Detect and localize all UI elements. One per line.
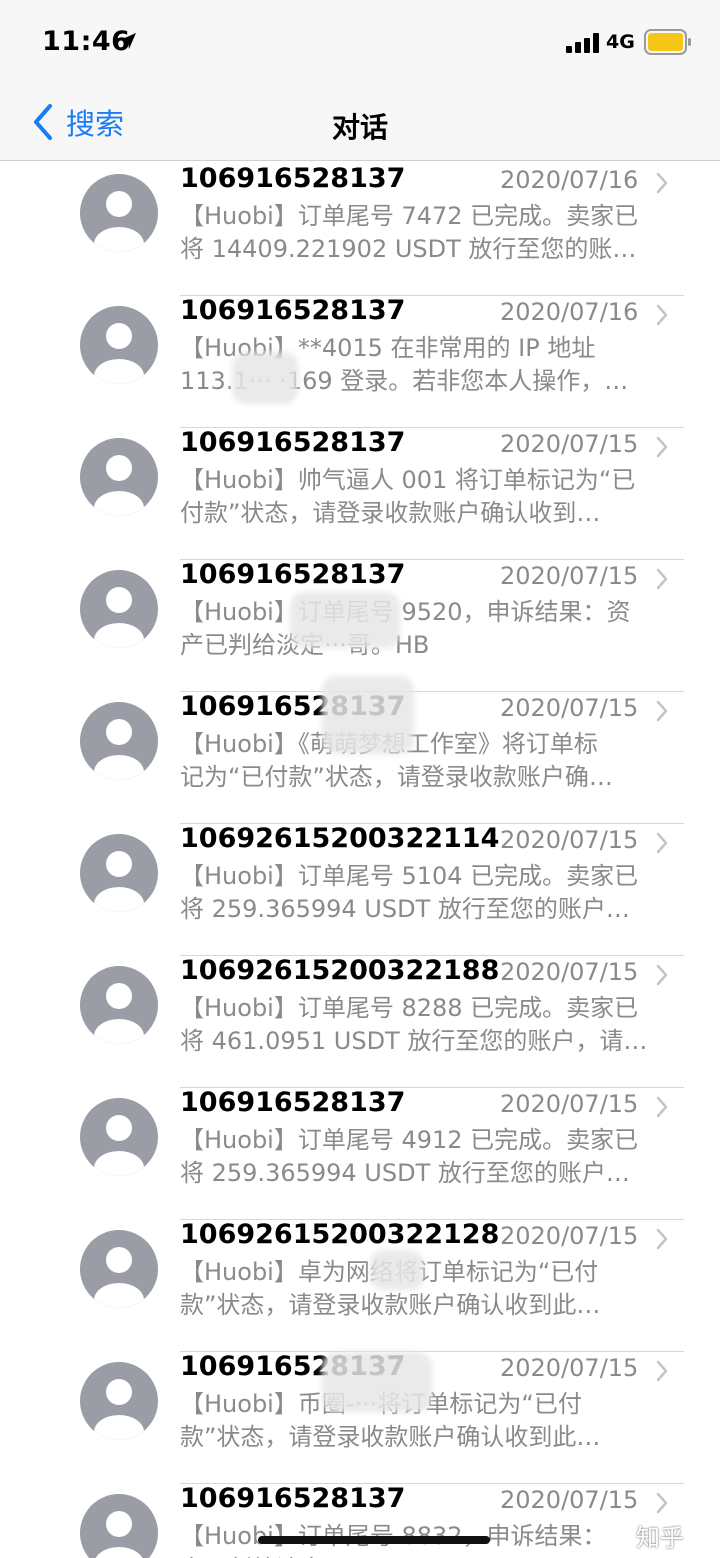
chevron-right-icon bbox=[656, 172, 668, 194]
message-preview-line-2: 将 259.365994 USDT 放行至您的账户… bbox=[180, 1159, 630, 1187]
message-preview-line-1: 【Huobi】帅气逼人 001 将订单标记为“已 bbox=[180, 466, 636, 494]
message-date: 2020/07/16 bbox=[500, 298, 639, 326]
page-title: 对话 bbox=[331, 111, 388, 144]
message-date: 2020/07/15 bbox=[500, 430, 639, 458]
message-preview-line-2: 将 461.0951 USDT 放行至您的账户，请… bbox=[180, 1027, 648, 1055]
sender-number: 106916528137 bbox=[180, 295, 406, 326]
network-type: 4G bbox=[606, 31, 635, 53]
chevron-right-icon bbox=[656, 832, 668, 854]
contact-avatar-icon bbox=[80, 1362, 158, 1440]
chevron-right-icon bbox=[656, 1360, 668, 1382]
contact-avatar-icon bbox=[80, 966, 158, 1044]
chevron-right-icon bbox=[656, 1228, 668, 1250]
sender-number: 106916528137 bbox=[180, 1483, 406, 1514]
sender-number: 106916528137 bbox=[180, 559, 406, 590]
contact-avatar-icon bbox=[80, 570, 158, 648]
contact-avatar-icon bbox=[80, 306, 158, 384]
chevron-right-icon bbox=[656, 568, 668, 590]
conversation-row[interactable]: 106916528137 2020/07/15 【Huobi】订单尾号 8832… bbox=[0, 1483, 720, 1558]
message-preview: 【Huobi】订单尾号 9520，申诉结果：资 产已判给淡定···哥。HB bbox=[180, 596, 668, 662]
conversation-row[interactable]: 106916528137 2020/07/15 【Huobi】订单尾号 4912… bbox=[0, 1087, 720, 1220]
sender-number: 10692615200322188 bbox=[180, 955, 500, 986]
message-preview: 【Huobi】订单尾号 7472 已完成。卖家已 将 14409.221902 … bbox=[180, 200, 668, 266]
contact-avatar-icon bbox=[80, 1230, 158, 1308]
contact-avatar-icon bbox=[80, 834, 158, 912]
sender-number: 106916528137 bbox=[180, 1087, 406, 1118]
sender-number: 10692615200322128 bbox=[180, 1219, 500, 1250]
message-preview-line-1: 【Huobi】卓为网络将订单标记为“已付 bbox=[180, 1256, 668, 1289]
conversation-row[interactable]: 106916528137 2020/07/16 【Huobi】**4015 在非… bbox=[0, 295, 720, 428]
message-preview: 【Huobi】卓为网络将订单标记为“已付 款”状态，请登录收款账户确认收到此… bbox=[180, 1256, 668, 1322]
message-preview-line-1: 【Huobi】订单尾号 8288 已完成。卖家已 bbox=[180, 994, 639, 1022]
message-preview: 【Huobi】《萌萌梦想工作室》将订单标 记为“已付款”状态，请登录收款账户确… bbox=[180, 728, 668, 794]
sender-number: 10692615200322114 bbox=[180, 823, 500, 854]
sender-number: 106916528137 bbox=[180, 163, 406, 194]
message-preview-line-2: 付款”状态，请登录收款账户确认收到… bbox=[180, 499, 601, 527]
message-preview: 【Huobi】订单尾号 8288 已完成。卖家已 将 461.0951 USDT… bbox=[180, 992, 668, 1058]
message-preview: 【Huobi】帅气逼人 001 将订单标记为“已 付款”状态，请登录收款账户确认… bbox=[180, 464, 668, 530]
contact-avatar-icon bbox=[80, 438, 158, 516]
message-preview: 【Huobi】订单尾号 4912 已完成。卖家已 将 259.365994 US… bbox=[180, 1124, 668, 1190]
chevron-right-icon bbox=[656, 1492, 668, 1514]
message-preview-line-2: 记为“已付款”状态，请登录收款账户确… bbox=[180, 763, 613, 791]
contact-avatar-icon bbox=[80, 1494, 158, 1558]
message-preview-line-1: 【Huobi】订单尾号 5104 已完成。卖家已 bbox=[180, 862, 639, 890]
conversation-list[interactable]: 106916528137 2020/07/16 【Huobi】订单尾号 7472… bbox=[0, 160, 720, 1558]
conversation-row[interactable]: 10692615200322188 2020/07/15 【Huobi】订单尾号… bbox=[0, 955, 720, 1088]
conversation-row[interactable]: 10692615200322128 2020/07/15 【Huobi】卓为网络… bbox=[0, 1219, 720, 1352]
message-preview-line-2: 款”状态，请登录收款账户确认收到此… bbox=[180, 1291, 601, 1319]
chevron-right-icon bbox=[656, 700, 668, 722]
chevron-right-icon bbox=[656, 964, 668, 986]
conversation-row[interactable]: 10692615200322114 2020/07/15 【Huobi】订单尾号… bbox=[0, 823, 720, 956]
redaction-smudge bbox=[370, 1250, 424, 1290]
message-date: 2020/07/15 bbox=[500, 1090, 639, 1118]
status-bar: 11:46 4G bbox=[0, 0, 720, 86]
contact-avatar-icon bbox=[80, 702, 158, 780]
message-preview: 【Huobi】订单尾号 5104 已完成。卖家已 将 259.365994 US… bbox=[180, 860, 668, 926]
location-arrow-icon bbox=[120, 33, 136, 49]
message-date: 2020/07/15 bbox=[500, 562, 639, 590]
navigation-bar: 搜索 对话 bbox=[0, 86, 720, 161]
message-preview-line-2: 将 259.365994 USDT 放行至您的账户… bbox=[180, 895, 630, 923]
redaction-smudge bbox=[322, 1352, 432, 1412]
message-date: 2020/07/15 bbox=[500, 958, 639, 986]
message-preview-line-2: 将 14409.221902 USDT 放行至您的账… bbox=[180, 235, 637, 263]
message-date: 2020/07/15 bbox=[500, 1222, 639, 1250]
home-indicator[interactable] bbox=[258, 1536, 490, 1544]
sender-number: 106916528137 bbox=[180, 427, 406, 458]
message-preview-line-1: 【Huobi】订单尾号 7472 已完成。卖家已 bbox=[180, 202, 639, 230]
message-date: 2020/07/15 bbox=[500, 694, 639, 722]
redaction-smudge bbox=[322, 676, 414, 754]
message-date: 2020/07/15 bbox=[500, 1354, 639, 1382]
message-date: 2020/07/15 bbox=[500, 1486, 639, 1514]
chevron-right-icon bbox=[656, 1096, 668, 1118]
chevron-right-icon bbox=[656, 436, 668, 458]
battery-icon bbox=[644, 29, 691, 55]
chevron-right-icon bbox=[656, 304, 668, 326]
contact-avatar-icon bbox=[80, 1098, 158, 1176]
watermark: 知乎 bbox=[636, 1524, 684, 1552]
redaction-smudge bbox=[290, 592, 400, 648]
message-preview-line-2: 款”状态，请登录收款账户确认收到此… bbox=[180, 1423, 601, 1451]
message-preview-line-1: 【Huobi】订单尾号 4912 已完成。卖家已 bbox=[180, 1126, 639, 1154]
contact-avatar-icon bbox=[80, 174, 158, 252]
message-preview-line-2: 产已判给淡定···哥。HB bbox=[180, 629, 668, 662]
message-date: 2020/07/16 bbox=[500, 166, 639, 194]
message-date: 2020/07/15 bbox=[500, 826, 639, 854]
message-preview-line-1: 【Huobi】《萌萌梦想工作室》将订单标 bbox=[180, 728, 668, 761]
message-preview-line-1: 【Huobi】订单尾号 9520，申诉结果：资 bbox=[180, 598, 631, 626]
cellular-signal-icon bbox=[566, 33, 599, 53]
conversation-row[interactable]: 106916528137 2020/07/15 【Huobi】帅气逼人 001 … bbox=[0, 427, 720, 560]
conversation-row[interactable]: 106916528137 2020/07/16 【Huobi】订单尾号 7472… bbox=[0, 163, 720, 296]
redaction-smudge bbox=[232, 352, 298, 404]
message-preview-line-2: 产已判给淡定···哥。 bbox=[180, 1553, 668, 1558]
